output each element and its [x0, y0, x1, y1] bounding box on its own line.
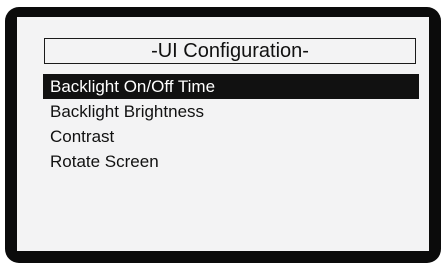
- menu-item-contrast[interactable]: Contrast: [43, 124, 419, 149]
- menu-item-rotate-screen[interactable]: Rotate Screen: [43, 149, 419, 174]
- screen-title: -UI Configuration-: [44, 38, 416, 64]
- menu-item-backlight-brightness[interactable]: Backlight Brightness: [43, 99, 419, 124]
- menu-item-backlight-on-off-time[interactable]: Backlight On/Off Time: [43, 74, 419, 99]
- menu-list: Backlight On/Off Time Backlight Brightne…: [43, 74, 419, 174]
- device-bezel: -UI Configuration- Backlight On/Off Time…: [5, 7, 441, 263]
- lcd-screen: -UI Configuration- Backlight On/Off Time…: [17, 17, 429, 251]
